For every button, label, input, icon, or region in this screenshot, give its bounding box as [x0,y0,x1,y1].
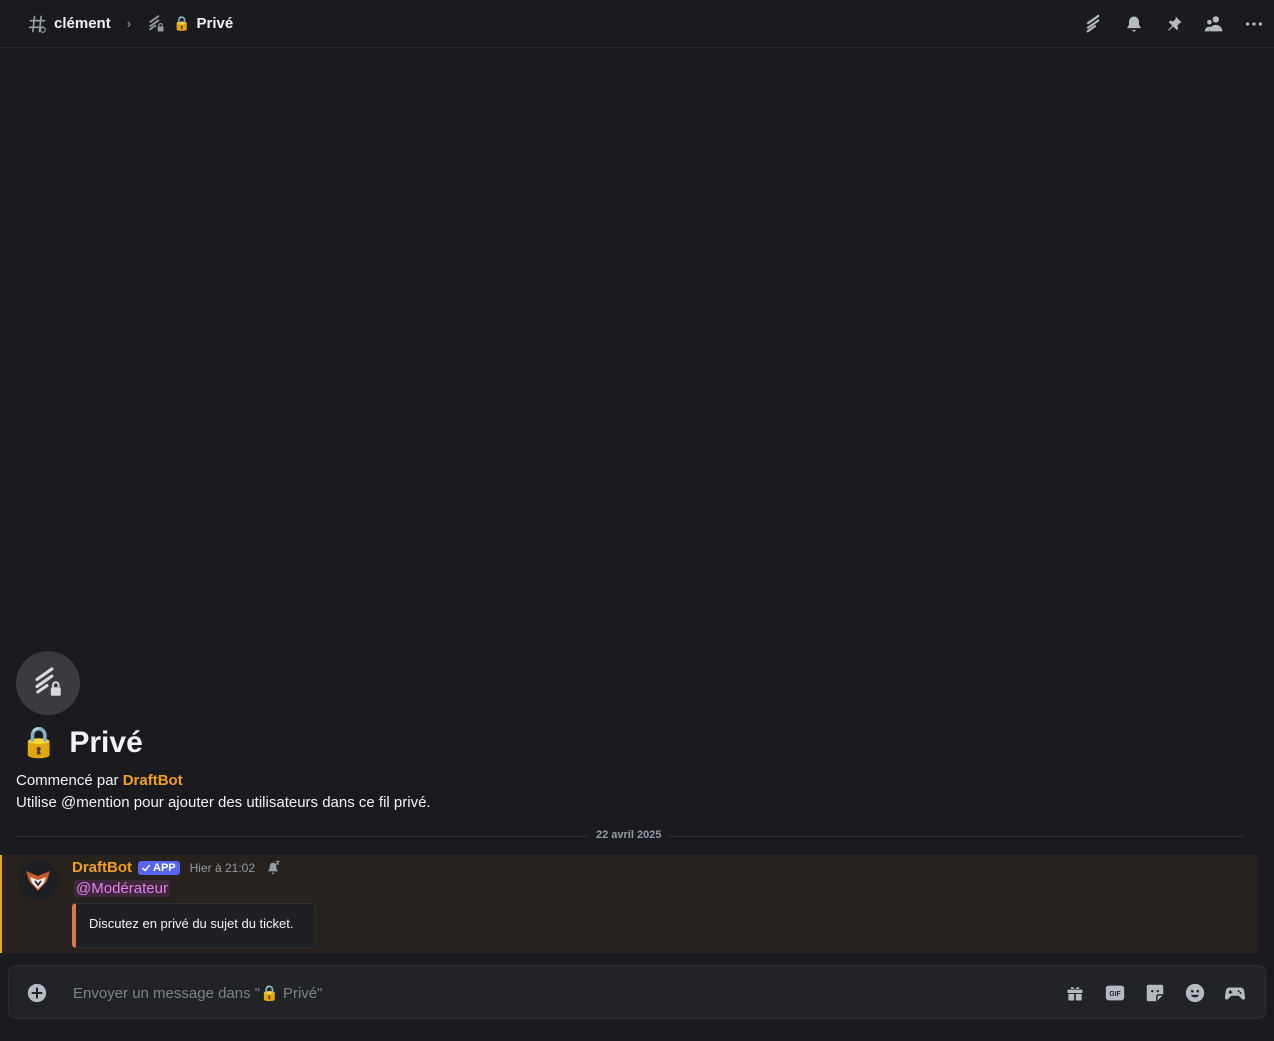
pin-icon[interactable] [1162,12,1186,36]
composer-actions: GIF [1063,981,1247,1005]
message-input[interactable] [73,982,1053,1004]
embed-description: Discutez en privé du sujet du ticket. [89,916,294,931]
notification-bell-icon[interactable] [1122,12,1146,36]
started-by: Commencé par DraftBot [16,772,183,789]
add-attachment-icon[interactable] [26,982,48,1004]
verified-check-icon [141,864,151,872]
app-badge: APP [138,860,180,875]
breadcrumb: clément › 🔒 Privé [26,13,233,35]
header-toolbar [1082,12,1266,36]
emoji-icon[interactable] [1183,981,1207,1005]
private-thread-icon [16,651,80,715]
thread-title-text: Privé [69,725,143,759]
svg-text:GIF: GIF [1109,991,1120,998]
thread-title: 🔒 Privé [20,725,143,760]
sticker-icon[interactable] [1143,981,1167,1005]
text-channel-icon [26,13,48,35]
lock-emoji-icon: 🔒 [173,15,191,31]
lock-emoji-icon: 🔒 [20,726,58,759]
author-name[interactable]: DraftBot [72,859,132,876]
thread-name: Privé [196,15,234,32]
thread-start: 🔒 Privé Commencé par DraftBot Utilise @m… [16,651,431,811]
started-prefix: Commencé par [16,772,123,789]
message[interactable]: DraftBot APP Hier à 21:02 @Modérateur Di… [0,855,1258,953]
private-thread-icon [145,13,167,35]
activities-gamepad-icon[interactable] [1223,981,1247,1005]
gift-icon[interactable] [1063,981,1087,1005]
message-composer: GIF [8,965,1266,1019]
gif-icon[interactable]: GIF [1103,981,1127,1005]
app-badge-label: APP [153,861,176,874]
threads-icon[interactable] [1082,12,1106,36]
avatar[interactable] [18,860,58,900]
message-timestamp[interactable]: Hier à 21:02 [190,861,255,875]
date-divider-label: 22 avril 2025 [588,829,670,841]
role-mention[interactable]: @Modérateur [74,880,170,897]
channel-name-link[interactable]: clément [54,15,111,32]
breadcrumb-chevron-icon: › [126,16,132,31]
notification-muted-icon [265,860,281,876]
thread-hint: Utilise @mention pour ajouter des utilis… [16,794,431,811]
started-by-user[interactable]: DraftBot [123,772,183,789]
member-list-icon[interactable] [1202,12,1226,36]
message-embed: Discutez en privé du sujet du ticket. [72,903,316,948]
message-header: DraftBot APP Hier à 21:02 [72,859,281,876]
more-options-icon[interactable] [1242,12,1266,36]
